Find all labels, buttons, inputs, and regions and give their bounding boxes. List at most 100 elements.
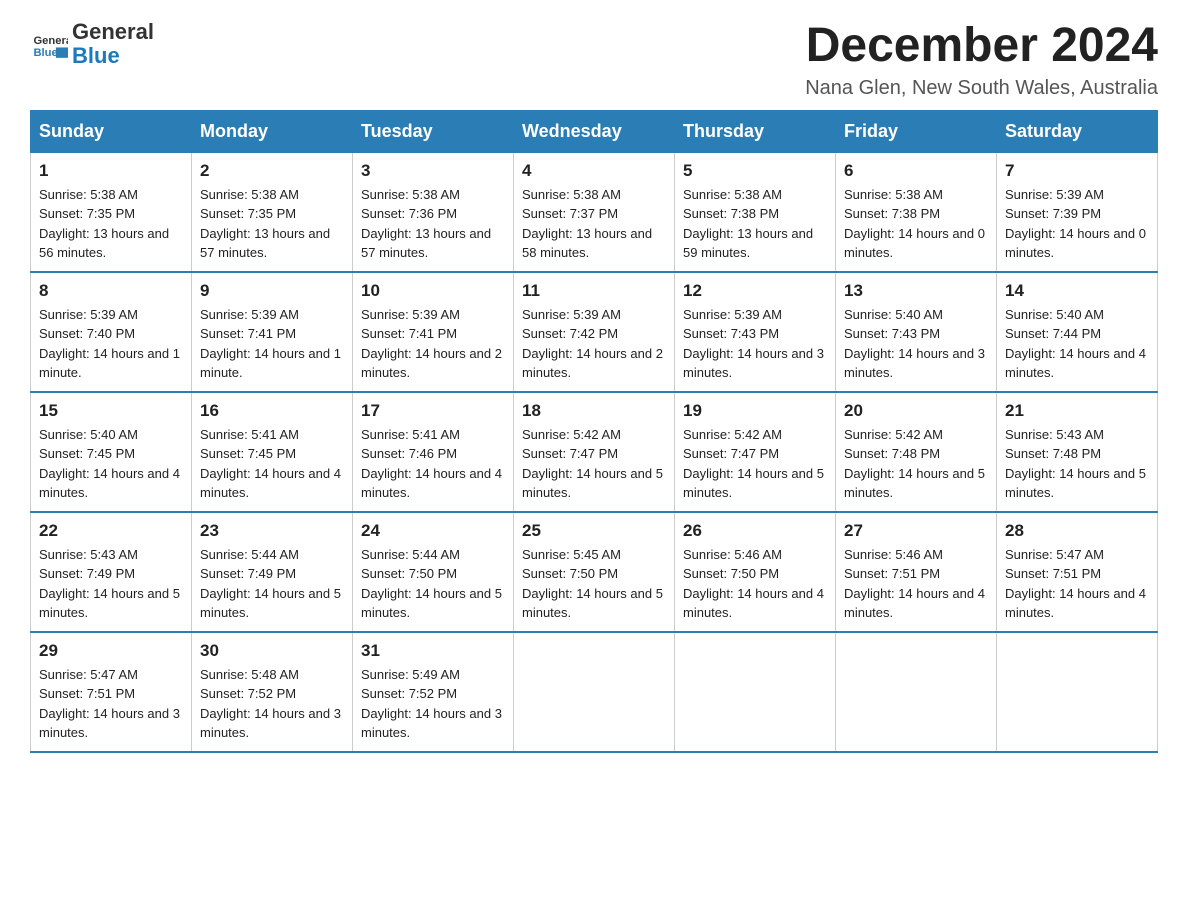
day-number: 26 [683, 521, 827, 541]
day-header-wednesday: Wednesday [514, 110, 675, 152]
day-header-friday: Friday [836, 110, 997, 152]
day-number: 29 [39, 641, 183, 661]
day-number: 24 [361, 521, 505, 541]
day-info: Sunrise: 5:39 AM Sunset: 7:43 PM Dayligh… [683, 305, 827, 383]
day-number: 15 [39, 401, 183, 421]
day-info: Sunrise: 5:39 AM Sunset: 7:39 PM Dayligh… [1005, 185, 1149, 263]
calendar-cell: 13 Sunrise: 5:40 AM Sunset: 7:43 PM Dayl… [836, 272, 997, 392]
day-info: Sunrise: 5:39 AM Sunset: 7:41 PM Dayligh… [361, 305, 505, 383]
day-number: 23 [200, 521, 344, 541]
day-info: Sunrise: 5:38 AM Sunset: 7:36 PM Dayligh… [361, 185, 505, 263]
day-info: Sunrise: 5:39 AM Sunset: 7:42 PM Dayligh… [522, 305, 666, 383]
day-info: Sunrise: 5:40 AM Sunset: 7:43 PM Dayligh… [844, 305, 988, 383]
calendar-week-row: 15 Sunrise: 5:40 AM Sunset: 7:45 PM Dayl… [31, 392, 1158, 512]
day-info: Sunrise: 5:41 AM Sunset: 7:46 PM Dayligh… [361, 425, 505, 503]
calendar-cell: 22 Sunrise: 5:43 AM Sunset: 7:49 PM Dayl… [31, 512, 192, 632]
day-number: 21 [1005, 401, 1149, 421]
calendar-cell [514, 632, 675, 752]
calendar-cell: 26 Sunrise: 5:46 AM Sunset: 7:50 PM Dayl… [675, 512, 836, 632]
day-info: Sunrise: 5:42 AM Sunset: 7:47 PM Dayligh… [522, 425, 666, 503]
day-number: 6 [844, 161, 988, 181]
day-number: 11 [522, 281, 666, 301]
day-number: 1 [39, 161, 183, 181]
day-number: 25 [522, 521, 666, 541]
calendar-cell [997, 632, 1158, 752]
calendar-cell: 7 Sunrise: 5:39 AM Sunset: 7:39 PM Dayli… [997, 152, 1158, 272]
calendar-cell: 19 Sunrise: 5:42 AM Sunset: 7:47 PM Dayl… [675, 392, 836, 512]
day-info: Sunrise: 5:44 AM Sunset: 7:49 PM Dayligh… [200, 545, 344, 623]
calendar-cell: 15 Sunrise: 5:40 AM Sunset: 7:45 PM Dayl… [31, 392, 192, 512]
day-header-tuesday: Tuesday [353, 110, 514, 152]
day-number: 31 [361, 641, 505, 661]
calendar-cell: 5 Sunrise: 5:38 AM Sunset: 7:38 PM Dayli… [675, 152, 836, 272]
calendar-week-row: 1 Sunrise: 5:38 AM Sunset: 7:35 PM Dayli… [31, 152, 1158, 272]
day-number: 14 [1005, 281, 1149, 301]
day-info: Sunrise: 5:38 AM Sunset: 7:38 PM Dayligh… [844, 185, 988, 263]
day-header-sunday: Sunday [31, 110, 192, 152]
calendar-header-row: SundayMondayTuesdayWednesdayThursdayFrid… [31, 110, 1158, 152]
calendar-cell [675, 632, 836, 752]
day-number: 7 [1005, 161, 1149, 181]
day-info: Sunrise: 5:40 AM Sunset: 7:44 PM Dayligh… [1005, 305, 1149, 383]
title-block: December 2024 Nana Glen, New South Wales… [805, 20, 1158, 100]
calendar-cell: 30 Sunrise: 5:48 AM Sunset: 7:52 PM Dayl… [192, 632, 353, 752]
day-number: 8 [39, 281, 183, 301]
day-info: Sunrise: 5:48 AM Sunset: 7:52 PM Dayligh… [200, 665, 344, 743]
day-header-thursday: Thursday [675, 110, 836, 152]
calendar-cell: 8 Sunrise: 5:39 AM Sunset: 7:40 PM Dayli… [31, 272, 192, 392]
calendar-cell: 23 Sunrise: 5:44 AM Sunset: 7:49 PM Dayl… [192, 512, 353, 632]
day-number: 13 [844, 281, 988, 301]
day-info: Sunrise: 5:38 AM Sunset: 7:37 PM Dayligh… [522, 185, 666, 263]
day-info: Sunrise: 5:45 AM Sunset: 7:50 PM Dayligh… [522, 545, 666, 623]
day-number: 20 [844, 401, 988, 421]
calendar-cell: 25 Sunrise: 5:45 AM Sunset: 7:50 PM Dayl… [514, 512, 675, 632]
day-number: 3 [361, 161, 505, 181]
calendar-cell: 10 Sunrise: 5:39 AM Sunset: 7:41 PM Dayl… [353, 272, 514, 392]
day-number: 2 [200, 161, 344, 181]
calendar-table: SundayMondayTuesdayWednesdayThursdayFrid… [30, 110, 1158, 753]
calendar-cell: 2 Sunrise: 5:38 AM Sunset: 7:35 PM Dayli… [192, 152, 353, 272]
day-info: Sunrise: 5:44 AM Sunset: 7:50 PM Dayligh… [361, 545, 505, 623]
calendar-cell: 6 Sunrise: 5:38 AM Sunset: 7:38 PM Dayli… [836, 152, 997, 272]
day-header-saturday: Saturday [997, 110, 1158, 152]
calendar-cell: 14 Sunrise: 5:40 AM Sunset: 7:44 PM Dayl… [997, 272, 1158, 392]
day-info: Sunrise: 5:38 AM Sunset: 7:38 PM Dayligh… [683, 185, 827, 263]
day-info: Sunrise: 5:47 AM Sunset: 7:51 PM Dayligh… [39, 665, 183, 743]
calendar-cell: 12 Sunrise: 5:39 AM Sunset: 7:43 PM Dayl… [675, 272, 836, 392]
day-info: Sunrise: 5:46 AM Sunset: 7:51 PM Dayligh… [844, 545, 988, 623]
day-number: 12 [683, 281, 827, 301]
calendar-cell [836, 632, 997, 752]
day-info: Sunrise: 5:40 AM Sunset: 7:45 PM Dayligh… [39, 425, 183, 503]
month-title: December 2024 [805, 20, 1158, 73]
calendar-cell: 21 Sunrise: 5:43 AM Sunset: 7:48 PM Dayl… [997, 392, 1158, 512]
day-info: Sunrise: 5:42 AM Sunset: 7:47 PM Dayligh… [683, 425, 827, 503]
day-info: Sunrise: 5:38 AM Sunset: 7:35 PM Dayligh… [200, 185, 344, 263]
day-info: Sunrise: 5:41 AM Sunset: 7:45 PM Dayligh… [200, 425, 344, 503]
day-number: 10 [361, 281, 505, 301]
day-number: 27 [844, 521, 988, 541]
day-number: 19 [683, 401, 827, 421]
day-number: 18 [522, 401, 666, 421]
day-number: 4 [522, 161, 666, 181]
calendar-cell: 29 Sunrise: 5:47 AM Sunset: 7:51 PM Dayl… [31, 632, 192, 752]
day-info: Sunrise: 5:39 AM Sunset: 7:40 PM Dayligh… [39, 305, 183, 383]
day-number: 30 [200, 641, 344, 661]
calendar-week-row: 29 Sunrise: 5:47 AM Sunset: 7:51 PM Dayl… [31, 632, 1158, 752]
calendar-cell: 18 Sunrise: 5:42 AM Sunset: 7:47 PM Dayl… [514, 392, 675, 512]
calendar-cell: 16 Sunrise: 5:41 AM Sunset: 7:45 PM Dayl… [192, 392, 353, 512]
calendar-cell: 1 Sunrise: 5:38 AM Sunset: 7:35 PM Dayli… [31, 152, 192, 272]
calendar-cell: 28 Sunrise: 5:47 AM Sunset: 7:51 PM Dayl… [997, 512, 1158, 632]
day-info: Sunrise: 5:46 AM Sunset: 7:50 PM Dayligh… [683, 545, 827, 623]
calendar-week-row: 8 Sunrise: 5:39 AM Sunset: 7:40 PM Dayli… [31, 272, 1158, 392]
calendar-cell: 9 Sunrise: 5:39 AM Sunset: 7:41 PM Dayli… [192, 272, 353, 392]
calendar-week-row: 22 Sunrise: 5:43 AM Sunset: 7:49 PM Dayl… [31, 512, 1158, 632]
page-header: General Blue General Blue December 2024 … [30, 20, 1158, 100]
calendar-cell: 3 Sunrise: 5:38 AM Sunset: 7:36 PM Dayli… [353, 152, 514, 272]
calendar-cell: 24 Sunrise: 5:44 AM Sunset: 7:50 PM Dayl… [353, 512, 514, 632]
day-info: Sunrise: 5:43 AM Sunset: 7:49 PM Dayligh… [39, 545, 183, 623]
day-info: Sunrise: 5:47 AM Sunset: 7:51 PM Dayligh… [1005, 545, 1149, 623]
day-number: 5 [683, 161, 827, 181]
svg-text:Blue: Blue [33, 47, 57, 59]
svg-text:General: General [33, 35, 68, 47]
calendar-cell: 4 Sunrise: 5:38 AM Sunset: 7:37 PM Dayli… [514, 152, 675, 272]
